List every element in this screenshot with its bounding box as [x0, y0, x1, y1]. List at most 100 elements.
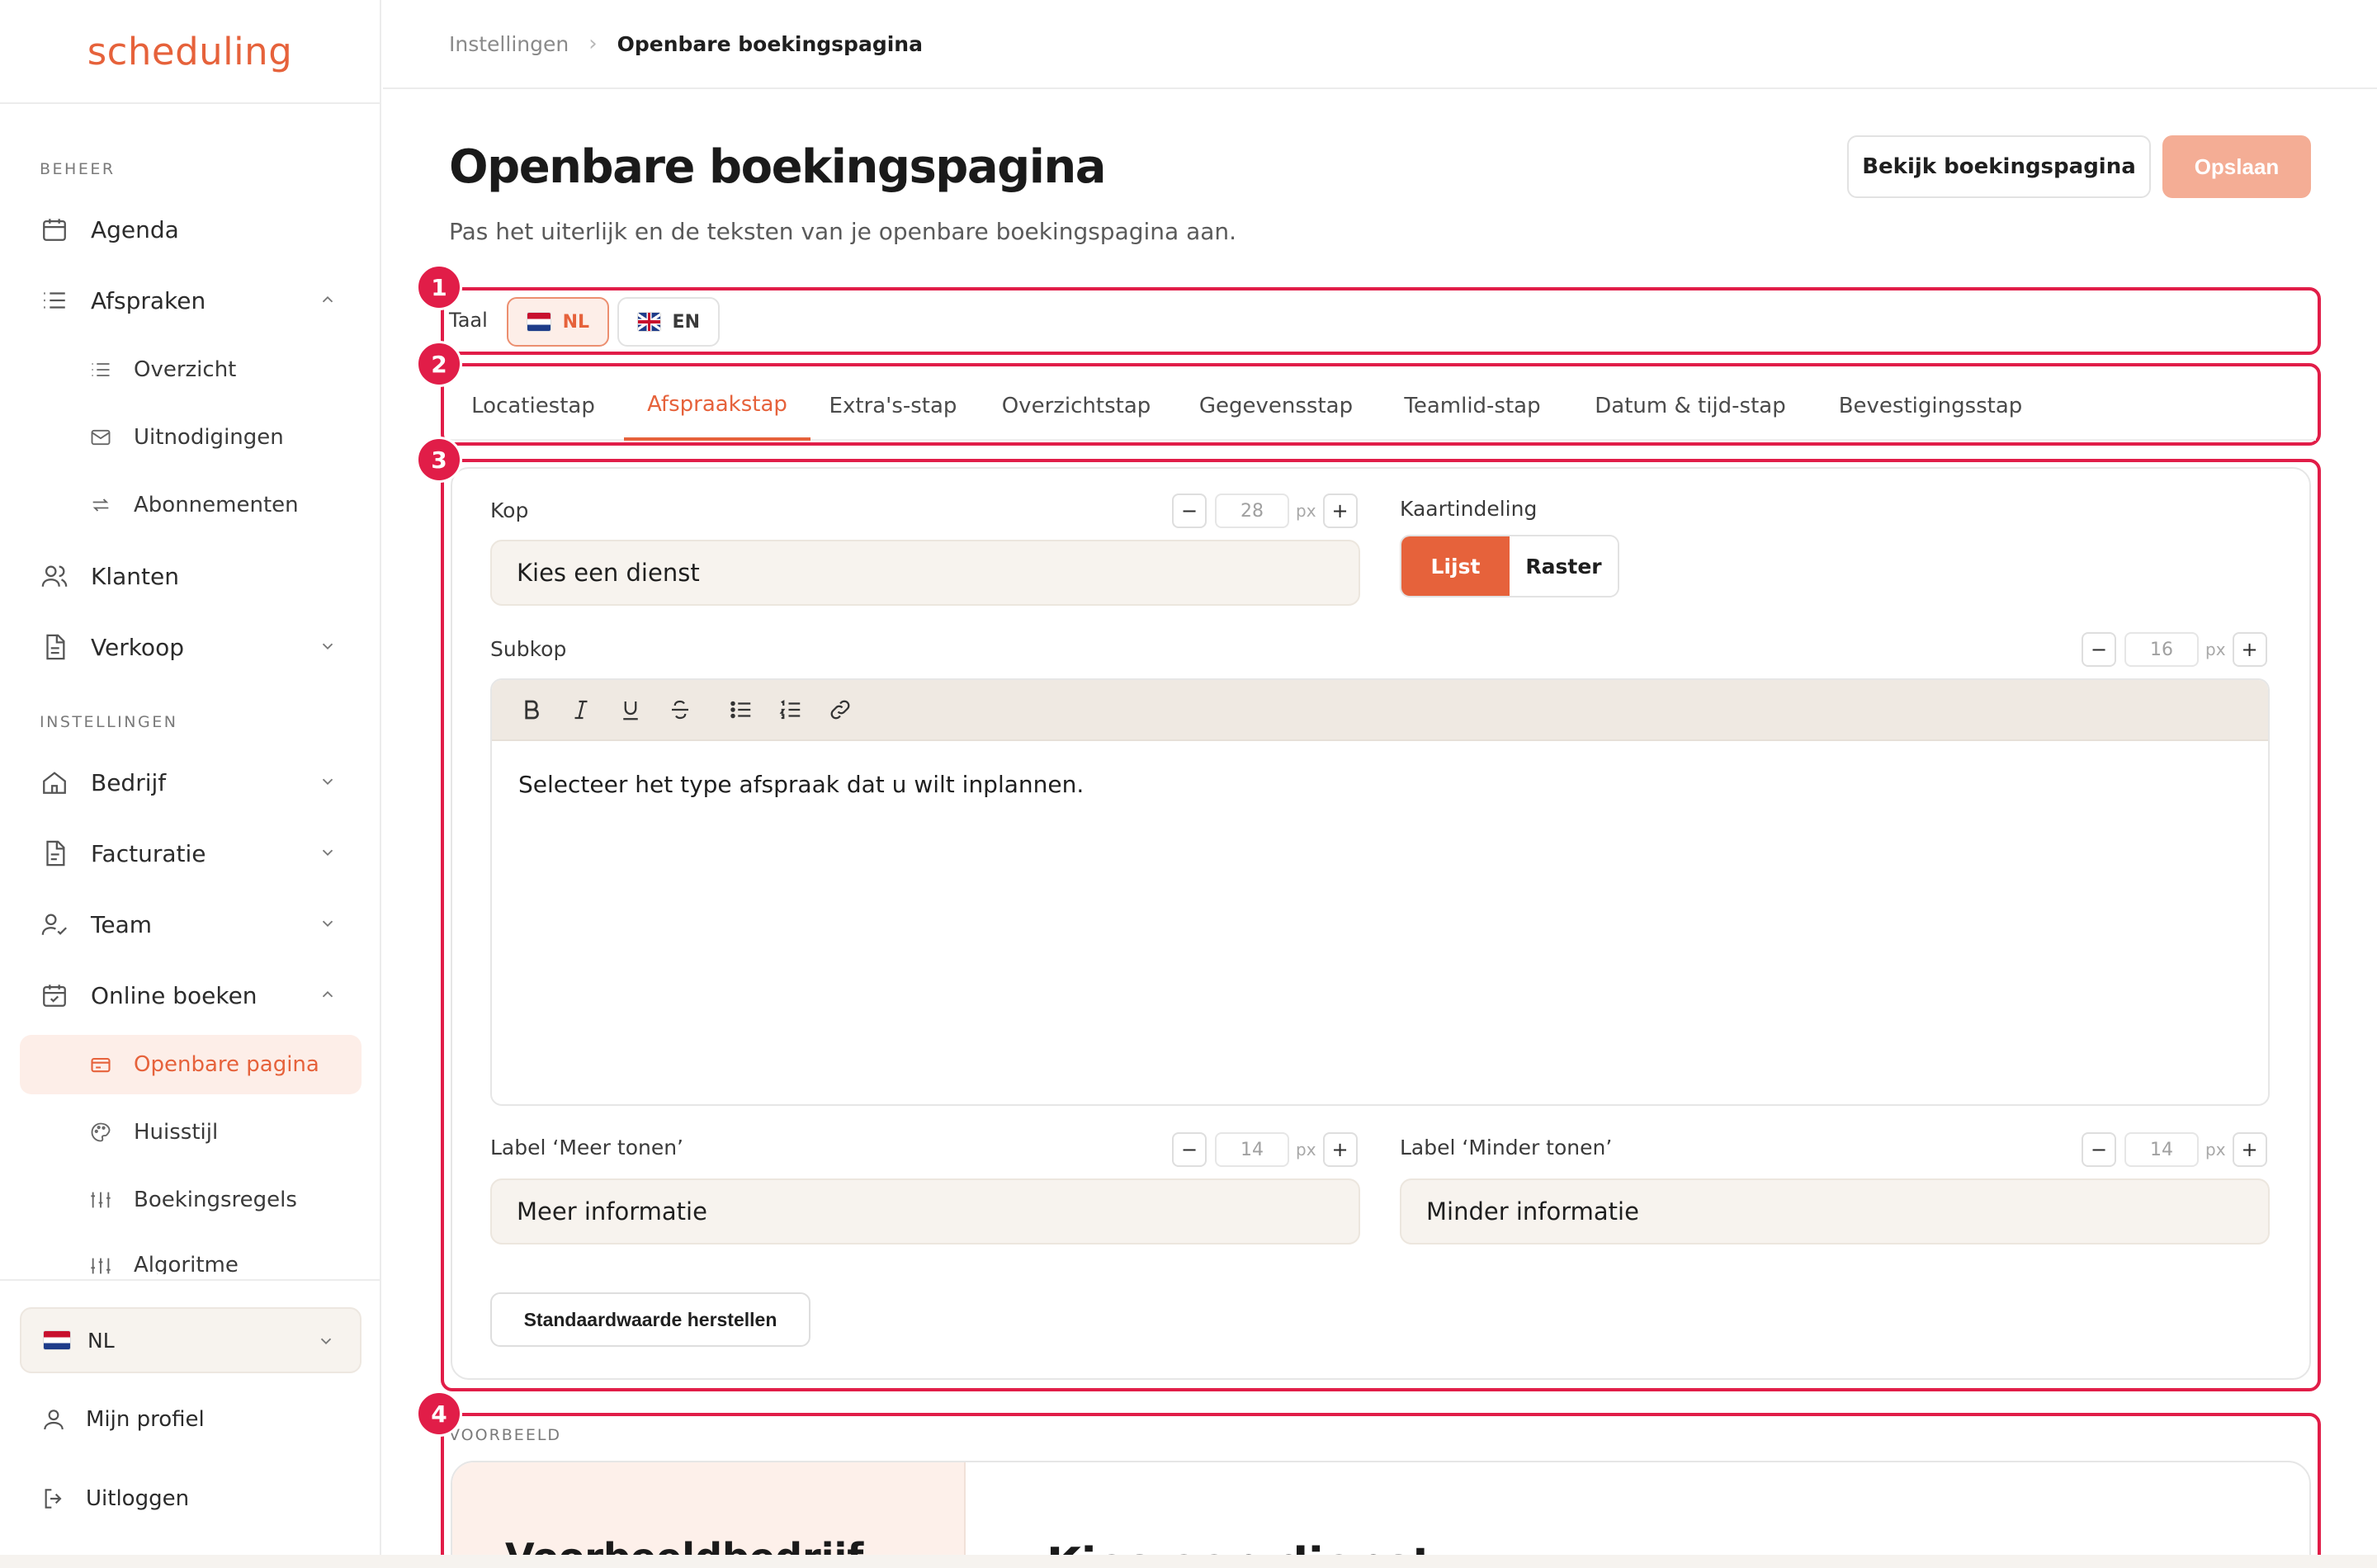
- decrease-button[interactable]: −: [1172, 494, 1207, 528]
- chevron-up-icon: [322, 295, 333, 303]
- minder-tonen-size-value[interactable]: 14: [2124, 1132, 2199, 1167]
- tab-overzichtstap[interactable]: Overzichtstap: [976, 371, 1177, 441]
- increase-button[interactable]: +: [1322, 494, 1358, 528]
- sidebar-item-uitnodigingen[interactable]: Uitnodigingen: [20, 408, 362, 467]
- step-tabs: Locatiestap Afspraakstap Extra's-stap Ov…: [442, 371, 2316, 441]
- bold-icon[interactable]: [515, 693, 548, 726]
- tab-locatiestap[interactable]: Locatiestap: [442, 371, 624, 441]
- reset-defaults-button[interactable]: Standaardwaarde herstellen: [490, 1292, 810, 1347]
- sidebar-item-verkoop[interactable]: Verkoop: [20, 617, 362, 677]
- breadcrumb-parent[interactable]: Instellingen: [449, 32, 569, 56]
- sidebar-item-label: Klanten: [91, 562, 179, 590]
- tab-extras-stap[interactable]: Extra's-stap: [810, 371, 976, 441]
- decrease-button[interactable]: −: [1172, 1132, 1207, 1167]
- kop-size-value[interactable]: 28: [1215, 494, 1289, 528]
- sidebar-item-team[interactable]: Team: [20, 895, 362, 954]
- kaartindeling-option-lijst[interactable]: Lijst: [1401, 536, 1510, 596]
- language-label: Taal: [449, 309, 488, 332]
- increase-button[interactable]: +: [2232, 1132, 2267, 1167]
- profile-label: Mijn profiel: [86, 1407, 205, 1432]
- minder-tonen-input[interactable]: Minder informatie: [1400, 1178, 2270, 1244]
- meer-tonen-input[interactable]: Meer informatie: [490, 1178, 1360, 1244]
- meer-tonen-size-value[interactable]: 14: [1215, 1132, 1289, 1167]
- sidebar-item-agenda[interactable]: Agenda: [20, 200, 362, 259]
- kop-label: Kop: [490, 498, 529, 522]
- annotation-badge-4: 4: [416, 1391, 462, 1437]
- document-icon: [40, 632, 69, 662]
- sidebar-item-openbare-pagina[interactable]: Openbare pagina: [20, 1035, 362, 1094]
- card-icon: [87, 1051, 114, 1078]
- rules-icon: [87, 1187, 114, 1213]
- minder-tonen-label: Label ‘Minder tonen’: [1400, 1136, 1613, 1159]
- sidebar-item-boekingsregels[interactable]: Boekingsregels: [20, 1170, 362, 1230]
- unit-label: px: [1296, 1140, 1316, 1159]
- user-icon: [40, 1405, 68, 1433]
- ordered-list-icon[interactable]: [774, 693, 807, 726]
- sidebar-item-klanten[interactable]: Klanten: [20, 546, 362, 606]
- italic-icon[interactable]: [565, 693, 598, 726]
- language-option-nl[interactable]: NL: [507, 297, 609, 347]
- section-label-instellingen: INSTELLINGEN: [40, 713, 178, 731]
- sidebar-item-online-boeken[interactable]: Online boeken: [20, 966, 362, 1025]
- tab-gegevensstap[interactable]: Gegevensstap: [1177, 371, 1375, 441]
- decrease-button[interactable]: −: [2082, 632, 2116, 667]
- sidebar-item-bedrijf[interactable]: Bedrijf: [20, 753, 362, 812]
- tab-afspraakstap[interactable]: Afspraakstap: [624, 371, 810, 441]
- profile-link[interactable]: Mijn profiel: [40, 1395, 205, 1444]
- sidebar-item-label: Abonnementen: [134, 493, 299, 517]
- calendar-check-icon: [40, 980, 69, 1010]
- user-check-icon: [40, 909, 69, 939]
- decrease-button[interactable]: −: [2082, 1132, 2116, 1167]
- bullet-list-icon[interactable]: [725, 693, 758, 726]
- list-icon: [40, 286, 69, 315]
- language-select[interactable]: NL: [20, 1307, 362, 1373]
- tab-bevestigingsstap[interactable]: Bevestigingsstap: [1811, 371, 2050, 441]
- breadcrumb-current: Openbare boekingspagina: [617, 31, 923, 56]
- subkop-text-area[interactable]: Selecteer het type afspraak dat u wilt i…: [492, 741, 2268, 828]
- link-icon[interactable]: [824, 693, 857, 726]
- logo[interactable]: scheduling: [87, 30, 293, 73]
- tab-teamlid-stap[interactable]: Teamlid-stap: [1375, 371, 1570, 441]
- sidebar: scheduling BEHEER Agenda Afspraken Overz…: [0, 0, 381, 1568]
- tab-datum-tijd-stap[interactable]: Datum & tijd-stap: [1570, 371, 1811, 441]
- kaartindeling-option-raster[interactable]: Raster: [1510, 536, 1618, 596]
- list-icon: [87, 357, 114, 383]
- chevron-down-icon: [322, 778, 333, 786]
- subkop-size-value[interactable]: 16: [2124, 632, 2199, 667]
- calendar-icon: [40, 215, 69, 244]
- flag-en-icon: [637, 312, 661, 332]
- sidebar-item-label: Overzicht: [134, 357, 237, 382]
- language-option-en[interactable]: EN: [617, 297, 720, 347]
- logout-link[interactable]: Uitloggen: [40, 1474, 189, 1523]
- sidebar-item-label: Verkoop: [91, 633, 184, 661]
- sidebar-item-label: Afspraken: [91, 286, 206, 314]
- logout-label: Uitloggen: [86, 1486, 190, 1511]
- chevron-up-icon: [322, 990, 333, 998]
- sidebar-item-algoritme[interactable]: Algoritme: [20, 1238, 362, 1274]
- language-option-label: EN: [672, 311, 700, 333]
- sidebar-item-overzicht[interactable]: Overzicht: [20, 340, 362, 399]
- annotation-badge-1: 1: [416, 264, 462, 310]
- sidebar-item-huisstijl[interactable]: Huisstijl: [20, 1103, 362, 1162]
- sidebar-item-label: Huisstijl: [134, 1120, 219, 1145]
- increase-button[interactable]: +: [2232, 632, 2267, 667]
- kop-input[interactable]: Kies een dienst: [490, 540, 1360, 606]
- sidebar-item-afspraken[interactable]: Afspraken: [20, 271, 362, 330]
- flag-nl-icon: [43, 1330, 71, 1350]
- palette-icon: [87, 1119, 114, 1145]
- increase-button[interactable]: +: [1322, 1132, 1358, 1167]
- save-button[interactable]: Opslaan: [2162, 135, 2311, 198]
- sidebar-item-abonnementen[interactable]: Abonnementen: [20, 475, 362, 535]
- page-title: Openbare boekingspagina: [449, 140, 1107, 194]
- strikethrough-icon[interactable]: [664, 693, 697, 726]
- subkop-label: Subkop: [490, 637, 567, 661]
- bottom-strip: [0, 1555, 2377, 1568]
- chevron-down-icon: [320, 1338, 332, 1345]
- annotation-box-1: [441, 287, 2321, 355]
- sidebar-item-label: Agenda: [91, 215, 179, 243]
- underline-icon[interactable]: [614, 693, 647, 726]
- meer-tonen-size-stepper: − 14 px +: [1172, 1132, 1358, 1167]
- view-booking-page-button[interactable]: Bekijk boekingspagina: [1847, 135, 2151, 198]
- preview-card: Voorbeeldbedrijf Kies een dienst: [451, 1461, 2311, 1568]
- sidebar-item-facturatie[interactable]: Facturatie: [20, 824, 362, 883]
